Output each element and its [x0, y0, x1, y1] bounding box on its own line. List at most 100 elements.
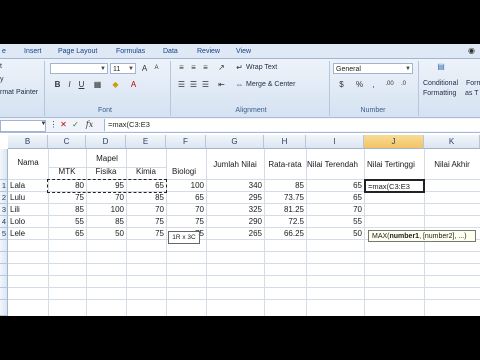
grow-font-icon[interactable]: A — [139, 63, 150, 74]
cell-kimia[interactable]: 75 — [126, 228, 164, 240]
cell-biologi[interactable]: 65 — [166, 192, 204, 204]
tab-page-layout[interactable]: Page Layout — [58, 46, 97, 58]
enter-icon[interactable]: ✓ — [70, 119, 81, 130]
decrease-decimal-button[interactable]: .0 — [398, 79, 409, 90]
orientation-icon[interactable]: ↗ — [216, 62, 227, 73]
column-header-b[interactable]: B — [8, 135, 48, 149]
cell-jumlah[interactable]: 325 — [206, 204, 262, 216]
merge-center-icon[interactable]: ⇔ — [234, 79, 245, 90]
row-header[interactable]: 1 — [0, 180, 8, 192]
align-top-icon[interactable]: ≡ — [176, 62, 187, 73]
comma-button[interactable]: , — [368, 79, 379, 90]
active-cell[interactable]: =max(C3:E3 — [364, 179, 425, 193]
conditional-formatting-icon[interactable]: ▤ — [434, 61, 448, 75]
format-as-table-button[interactable]: Format — [466, 78, 480, 90]
tab-home[interactable]: e — [2, 46, 6, 58]
column-header-e[interactable]: E — [126, 135, 166, 149]
underline-button[interactable]: U — [76, 79, 87, 90]
cell-nama[interactable]: Lala — [10, 180, 25, 192]
worksheet-grid[interactable]: B C D E F G H I J K 1 2 3 4 5 Nama Mapel… — [0, 135, 480, 316]
cell-mtk[interactable]: 55 — [48, 216, 84, 228]
column-header-i[interactable]: I — [306, 135, 364, 149]
cell-rata[interactable]: 85 — [264, 180, 304, 192]
cell-kimia[interactable]: 85 — [126, 192, 164, 204]
format-painter-button[interactable]: rmat Painter — [0, 87, 38, 99]
row-header[interactable] — [0, 288, 8, 300]
cancel-icon[interactable]: ✕ — [58, 119, 69, 130]
cell-terendah[interactable]: 70 — [306, 204, 362, 216]
cell-kimia[interactable]: 75 — [126, 216, 164, 228]
cell-mtk[interactable]: 85 — [48, 204, 84, 216]
row-header[interactable] — [0, 264, 8, 276]
tab-formulas[interactable]: Formulas — [116, 46, 145, 58]
cell-jumlah[interactable]: 265 — [206, 228, 262, 240]
font-size-select[interactable]: 11 ▼ — [110, 63, 136, 74]
column-header-g[interactable]: G — [206, 135, 264, 149]
column-header-f[interactable]: F — [166, 135, 206, 149]
bold-button[interactable]: B — [52, 79, 63, 90]
align-left-icon[interactable]: ☰ — [176, 79, 187, 90]
row-header[interactable] — [0, 252, 8, 264]
tip-arg-number1[interactable]: number1 — [390, 233, 420, 240]
tab-insert[interactable]: Insert — [24, 46, 42, 58]
increase-decimal-button[interactable]: .00 — [384, 79, 395, 90]
cell-terendah[interactable]: 65 — [306, 192, 362, 204]
cell-biologi[interactable]: 75 — [166, 216, 204, 228]
align-middle-icon[interactable]: ≡ — [188, 62, 199, 73]
font-color-icon[interactable]: A — [128, 79, 139, 90]
cell-nama[interactable]: Lolo — [10, 216, 25, 228]
cell-rata[interactable]: 73.75 — [264, 192, 304, 204]
merge-center-button[interactable]: Merge & Center — [246, 79, 295, 91]
number-format-select[interactable]: General ▼ — [333, 63, 413, 74]
wrap-text-icon[interactable]: ↵ — [234, 62, 245, 73]
cell-nama[interactable]: Lele — [10, 228, 25, 240]
tab-data[interactable]: Data — [163, 46, 178, 58]
tab-review[interactable]: Review — [197, 46, 220, 58]
copy-button[interactable]: y — [0, 74, 4, 86]
italic-button[interactable]: I — [64, 79, 75, 90]
row-header[interactable] — [0, 276, 8, 288]
help-icon[interactable]: ◉ — [466, 45, 477, 56]
cell-nama[interactable]: Lili — [10, 204, 20, 216]
fill-color-icon[interactable]: ◆ — [110, 79, 121, 90]
cell-fisika[interactable]: 70 — [86, 192, 124, 204]
cell-jumlah[interactable]: 290 — [206, 216, 262, 228]
row-header[interactable]: 5 — [0, 228, 8, 240]
font-name-select[interactable]: ▼ — [50, 63, 108, 74]
cell-kimia[interactable]: 70 — [126, 204, 164, 216]
row-header[interactable] — [0, 240, 8, 252]
column-header-h[interactable]: H — [264, 135, 306, 149]
cell-mtk[interactable]: 75 — [48, 192, 84, 204]
cell-fisika[interactable]: 100 — [86, 204, 124, 216]
column-header-d[interactable]: D — [86, 135, 126, 149]
percent-button[interactable]: % — [354, 79, 365, 90]
cell-terendah[interactable]: 55 — [306, 216, 362, 228]
currency-button[interactable]: $ — [336, 79, 347, 90]
wrap-text-button[interactable]: Wrap Text — [246, 62, 277, 74]
cell-rata[interactable]: 66.25 — [264, 228, 304, 240]
borders-icon[interactable]: ▦ — [92, 79, 103, 90]
row-header[interactable]: 3 — [0, 204, 8, 216]
cell-fisika[interactable]: 50 — [86, 228, 124, 240]
cell-nama[interactable]: Lulu — [10, 192, 25, 204]
column-header-k[interactable]: K — [424, 135, 480, 149]
formula-input[interactable]: =max(C3:E3 — [104, 119, 480, 131]
align-right-icon[interactable]: ☰ — [200, 79, 211, 90]
row-header[interactable] — [0, 149, 8, 180]
cell-mtk[interactable]: 65 — [48, 228, 84, 240]
cut-button[interactable]: t — [0, 61, 2, 73]
cell-terendah[interactable]: 65 — [306, 180, 362, 192]
cell-biologi[interactable]: 70 — [166, 204, 204, 216]
cell-biologi[interactable]: 100 — [166, 180, 204, 192]
row-header[interactable]: 2 — [0, 192, 8, 204]
column-header-j[interactable]: J — [364, 135, 424, 149]
tab-view[interactable]: View — [236, 46, 251, 58]
cell-rata[interactable]: 72.5 — [264, 216, 304, 228]
insert-function-button[interactable]: fx — [84, 119, 95, 130]
row-header[interactable] — [0, 300, 8, 316]
cell-rata[interactable]: 81.25 — [264, 204, 304, 216]
align-center-icon[interactable]: ☰ — [188, 79, 199, 90]
cell-jumlah[interactable]: 340 — [206, 180, 262, 192]
align-bottom-icon[interactable]: ≡ — [200, 62, 211, 73]
indent-icon[interactable]: ⇤ — [216, 79, 227, 90]
